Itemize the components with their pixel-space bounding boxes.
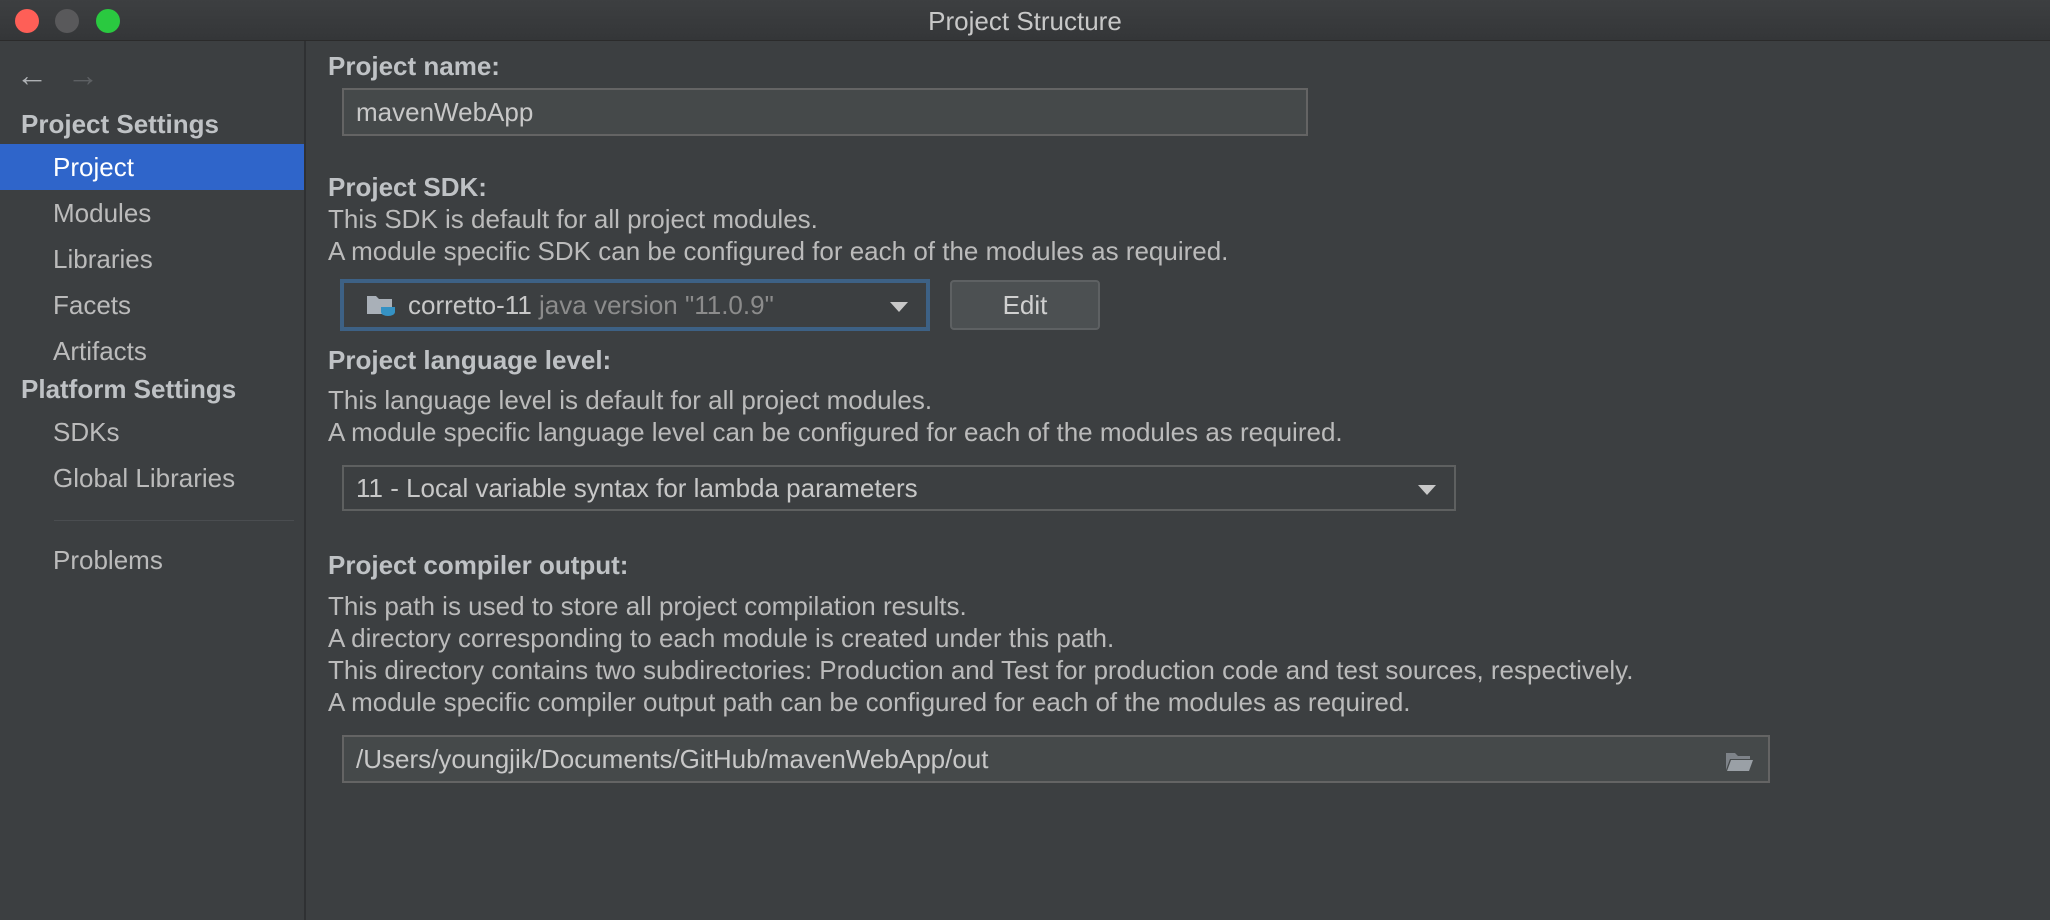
title-bar: Project Structure bbox=[0, 0, 2050, 41]
project-sdk-description-2: A module specific SDK can be configured … bbox=[328, 236, 1229, 266]
sidebar: ← → Project Settings Project Modules Lib… bbox=[0, 41, 306, 920]
project-sdk-dropdown[interactable]: corretto-11 java version "11.0.9" bbox=[340, 279, 930, 331]
project-settings-heading: Project Settings bbox=[21, 109, 219, 139]
project-structure-window: Project Structure ← → Project Settings P… bbox=[0, 0, 2050, 920]
edit-sdk-button[interactable]: Edit bbox=[950, 280, 1100, 330]
compiler-output-description-2: A directory corresponding to each module… bbox=[328, 623, 1115, 653]
language-level-description-1: This language level is default for all p… bbox=[328, 385, 933, 415]
compiler-output-description-4: A module specific compiler output path c… bbox=[328, 687, 1411, 717]
project-settings-panel: Project name: mavenWebApp Project SDK: T… bbox=[306, 41, 2050, 920]
project-sdk-label: Project SDK: bbox=[328, 172, 487, 202]
sidebar-item-facets[interactable]: Facets bbox=[0, 282, 304, 328]
compiler-output-path-field[interactable]: /Users/youngjik/Documents/GitHub/mavenWe… bbox=[342, 735, 1770, 783]
project-name-field[interactable]: mavenWebApp bbox=[342, 88, 1308, 136]
sidebar-item-modules[interactable]: Modules bbox=[0, 190, 304, 236]
chevron-down-icon bbox=[890, 302, 908, 312]
compiler-output-description-1: This path is used to store all project c… bbox=[328, 591, 967, 621]
sidebar-item-project[interactable]: Project bbox=[0, 144, 304, 190]
browse-folder-icon[interactable] bbox=[1724, 749, 1754, 773]
sidebar-item-libraries[interactable]: Libraries bbox=[0, 236, 304, 282]
sdk-folder-icon bbox=[366, 292, 396, 318]
compiler-output-label: Project compiler output: bbox=[328, 550, 629, 580]
platform-settings-heading: Platform Settings bbox=[21, 374, 237, 404]
window-title: Project Structure bbox=[928, 6, 1122, 36]
project-name-label: Project name: bbox=[328, 51, 500, 81]
sidebar-item-global-libraries[interactable]: Global Libraries bbox=[0, 455, 304, 501]
chevron-down-icon bbox=[1418, 485, 1436, 495]
language-level-dropdown[interactable]: 11 - Local variable syntax for lambda pa… bbox=[342, 465, 1456, 511]
compiler-output-description-3: This directory contains two subdirectori… bbox=[328, 655, 1634, 685]
project-sdk-description-1: This SDK is default for all project modu… bbox=[328, 204, 818, 234]
forward-arrow-icon[interactable]: → bbox=[67, 55, 99, 95]
project-name-value: mavenWebApp bbox=[356, 96, 534, 127]
language-level-label: Project language level: bbox=[328, 345, 612, 375]
sidebar-item-sdks[interactable]: SDKs bbox=[0, 409, 304, 455]
sidebar-item-artifacts[interactable]: Artifacts bbox=[0, 328, 304, 374]
back-arrow-icon[interactable]: ← bbox=[16, 55, 48, 95]
sdk-name: corretto-11 bbox=[408, 289, 532, 320]
sdk-version: java version "11.0.9" bbox=[539, 289, 774, 320]
sidebar-item-problems[interactable]: Problems bbox=[0, 537, 304, 583]
language-level-description-2: A module specific language level can be … bbox=[328, 417, 1343, 447]
sidebar-divider bbox=[54, 520, 294, 521]
compiler-output-path-value: /Users/youngjik/Documents/GitHub/mavenWe… bbox=[356, 743, 989, 774]
language-level-value: 11 - Local variable syntax for lambda pa… bbox=[356, 472, 918, 503]
